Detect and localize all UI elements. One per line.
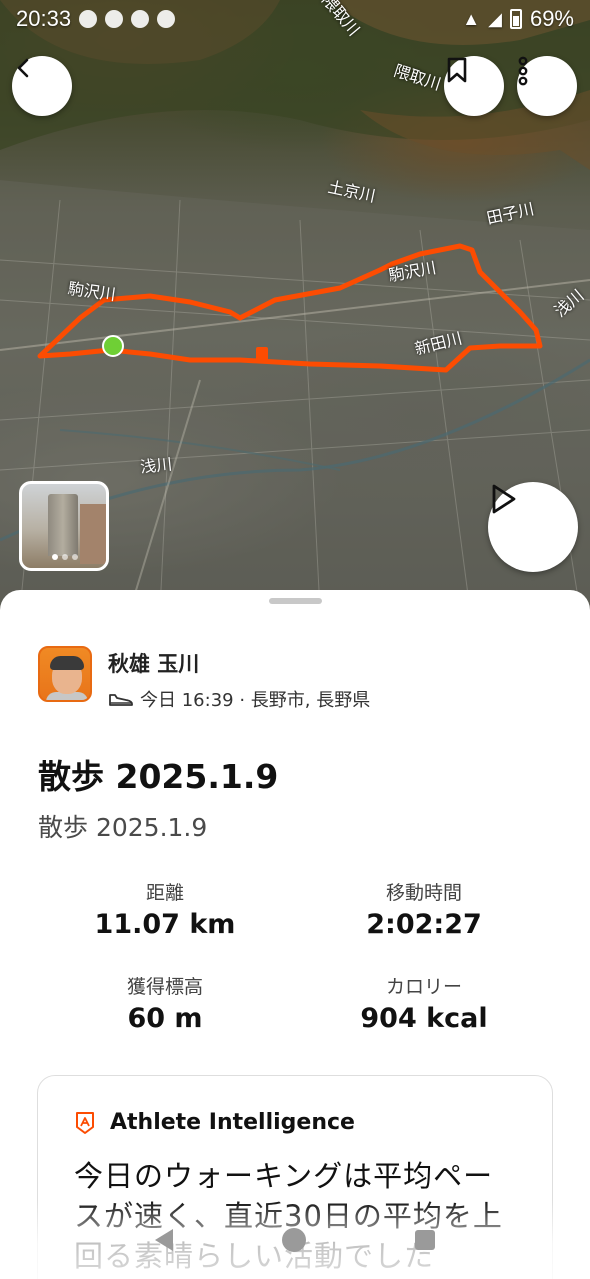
athlete-intelligence-icon: [76, 1111, 94, 1134]
photo-pager-dots: [52, 554, 78, 560]
ai-card-header: Athlete Intelligence: [74, 1110, 355, 1135]
stat-value: 60 m: [127, 1003, 203, 1034]
stat-moving-time: 移動時間 2:02:27: [299, 878, 549, 940]
activity-meta: 今日 16:39 · 長野市, 長野県: [108, 686, 370, 712]
start-marker: [102, 335, 124, 357]
ai-card-title: Athlete Intelligence: [110, 1110, 355, 1135]
chevron-left-icon: [17, 58, 29, 78]
wifi-icon: ▲: [462, 8, 481, 29]
stat-label: 獲得標高: [126, 976, 203, 998]
activity-time-location: 今日 16:39 · 長野市, 長野県: [140, 690, 371, 711]
system-nav-bar: [0, 1200, 590, 1279]
facebook-icon: [105, 10, 124, 28]
avatar[interactable]: [38, 646, 92, 702]
bookmark-button[interactable]: [444, 56, 504, 116]
stat-elevation-gain: 獲得標高 60 m: [40, 972, 290, 1034]
athlete-header[interactable]: 秋雄 玉川 今日 16:39 · 長野市, 長野県: [38, 646, 370, 712]
more-options-button[interactable]: [517, 56, 577, 116]
shoe-icon: [109, 694, 133, 706]
end-marker: [256, 347, 268, 361]
stat-label: カロリー: [385, 976, 462, 998]
stat-value: 904 kcal: [360, 1003, 488, 1034]
bookmark-icon: [447, 57, 467, 83]
stat-value: 11.07 km: [94, 909, 236, 940]
activity-description: 散歩 2025.1.9: [38, 813, 208, 842]
back-button[interactable]: [12, 56, 72, 116]
stat-distance: 距離 11.07 km: [40, 878, 290, 940]
nav-recents-icon[interactable]: [415, 1229, 436, 1250]
map-label: 浅川: [139, 454, 174, 477]
stat-label: 距離: [145, 882, 184, 904]
notification-icon: [157, 10, 176, 28]
battery-icon: [509, 9, 522, 29]
nav-back-icon[interactable]: [154, 1228, 173, 1251]
battery-level: 69%: [529, 6, 574, 31]
nav-home-icon[interactable]: [281, 1227, 306, 1252]
activity-photo-thumbnail[interactable]: [19, 481, 109, 571]
activity-title: 散歩 2025.1.9: [38, 757, 279, 796]
stat-calories: カロリー 904 kcal: [299, 972, 549, 1034]
route-map[interactable]: 隈取川 隈取川 土京川 田子川 駒沢川 駒沢川 新田川 浅川 浅川 20:33 …: [0, 0, 590, 610]
signal-icon: ◢: [488, 8, 502, 29]
stat-label: 移動時間: [385, 882, 462, 904]
play-icon: [492, 484, 516, 514]
facebook-icon: [79, 10, 98, 28]
stat-value: 2:02:27: [366, 909, 482, 940]
status-bar: 20:33 ▲ ◢ 69%: [0, 0, 590, 38]
messenger-icon: [131, 10, 150, 28]
sheet-drag-handle[interactable]: [269, 598, 322, 604]
activity-detail-sheet: 秋雄 玉川 今日 16:39 · 長野市, 長野県 散歩 2025.1.9 散歩…: [0, 590, 590, 1279]
athlete-name[interactable]: 秋雄 玉川: [108, 648, 370, 678]
more-vertical-icon: [518, 56, 528, 86]
flyover-play-button[interactable]: [488, 482, 578, 572]
status-time: 20:33: [16, 6, 72, 31]
